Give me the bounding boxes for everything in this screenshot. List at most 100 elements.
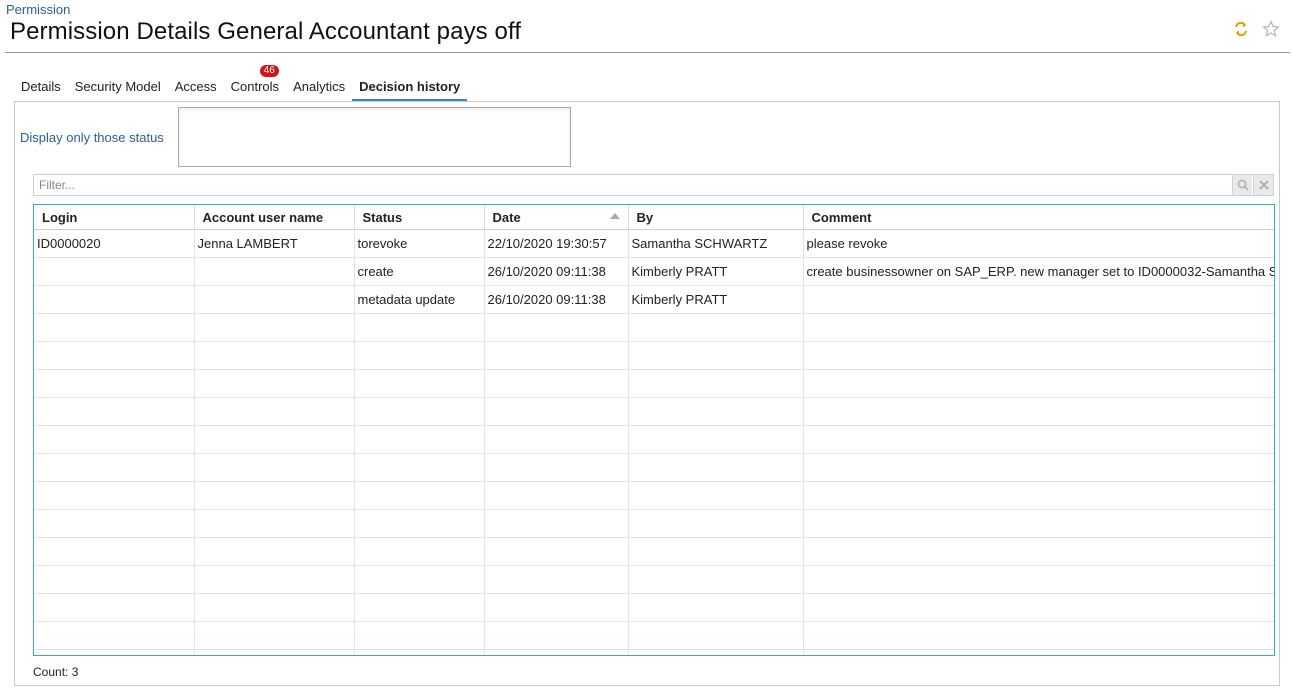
sync-icon[interactable] bbox=[1232, 20, 1250, 38]
empty-cell bbox=[803, 593, 1274, 622]
cell-by: Kimberly PRATT bbox=[628, 285, 804, 314]
empty-cell bbox=[628, 481, 804, 510]
empty-cell bbox=[484, 621, 629, 650]
empty-cell bbox=[34, 397, 195, 426]
empty-cell bbox=[628, 565, 804, 594]
breadcrumb[interactable]: Permission bbox=[6, 2, 70, 17]
empty-cell bbox=[194, 397, 355, 426]
cell-comment: create businessowner on SAP_ERP. new man… bbox=[803, 257, 1274, 286]
empty-cell bbox=[354, 565, 485, 594]
empty-cell bbox=[194, 593, 355, 622]
tab-controls[interactable]: Controls 46 bbox=[224, 65, 286, 101]
tab-label: Security Model bbox=[74, 79, 161, 94]
empty-cell bbox=[484, 509, 629, 538]
empty-cell bbox=[484, 313, 629, 342]
status-filter-label: Display only those status bbox=[20, 130, 164, 145]
table-header-row: Login Account user name Status Date By C… bbox=[34, 205, 1274, 230]
decision-history-panel: Display only those status Login Account … bbox=[14, 101, 1280, 686]
empty-cell bbox=[354, 509, 485, 538]
empty-cell bbox=[484, 369, 629, 398]
column-header-comment[interactable]: Comment bbox=[803, 205, 1274, 230]
empty-cell bbox=[628, 453, 804, 482]
empty-cell bbox=[194, 565, 355, 594]
empty-cell bbox=[803, 649, 1274, 655]
search-icon[interactable] bbox=[1232, 175, 1252, 195]
tab-label: Analytics bbox=[293, 79, 346, 94]
empty-cell bbox=[194, 537, 355, 566]
empty-cell bbox=[803, 369, 1274, 398]
tab-analytics[interactable]: Analytics bbox=[286, 76, 352, 101]
empty-cell bbox=[803, 565, 1274, 594]
filter-input[interactable] bbox=[34, 175, 1232, 195]
column-header-by[interactable]: By bbox=[628, 205, 804, 230]
empty-cell bbox=[484, 565, 629, 594]
table-row[interactable]: create 26/10/2020 09:11:38 Kimberly PRAT… bbox=[34, 257, 1274, 286]
empty-cell bbox=[803, 341, 1274, 370]
empty-row bbox=[34, 537, 1274, 566]
cell-by: Samantha SCHWARTZ bbox=[628, 229, 804, 258]
empty-cell bbox=[354, 453, 485, 482]
tab-details[interactable]: Details bbox=[14, 76, 68, 101]
empty-cell bbox=[194, 313, 355, 342]
empty-cell bbox=[628, 621, 804, 650]
empty-row bbox=[34, 509, 1274, 538]
star-icon[interactable] bbox=[1262, 20, 1280, 38]
empty-row bbox=[34, 397, 1274, 426]
tab-access[interactable]: Access bbox=[168, 76, 224, 101]
empty-cell bbox=[628, 593, 804, 622]
table-row[interactable]: ID0000020 Jenna LAMBERT torevoke 22/10/2… bbox=[34, 229, 1274, 258]
empty-row bbox=[34, 649, 1274, 655]
empty-cell bbox=[628, 369, 804, 398]
empty-cell bbox=[194, 621, 355, 650]
empty-row bbox=[34, 565, 1274, 594]
filter-bar bbox=[33, 174, 1274, 196]
cell-date: 26/10/2020 09:11:38 bbox=[484, 257, 629, 286]
tab-label: Decision history bbox=[359, 79, 461, 94]
empty-cell bbox=[34, 621, 195, 650]
empty-cell bbox=[484, 593, 629, 622]
empty-cell bbox=[194, 509, 355, 538]
column-header-label: Date bbox=[492, 209, 521, 225]
empty-cell bbox=[354, 341, 485, 370]
tab-security-model[interactable]: Security Model bbox=[68, 76, 168, 101]
empty-cell bbox=[354, 369, 485, 398]
empty-cell bbox=[628, 509, 804, 538]
status-filter-list[interactable] bbox=[178, 107, 571, 167]
cell-comment: please revoke bbox=[803, 229, 1274, 258]
column-header-login[interactable]: Login bbox=[34, 205, 195, 230]
empty-cell bbox=[354, 481, 485, 510]
column-header-account-user-name[interactable]: Account user name bbox=[194, 205, 355, 230]
empty-cell bbox=[34, 369, 195, 398]
empty-cell bbox=[194, 425, 355, 454]
empty-cell bbox=[484, 537, 629, 566]
tab-label: Controls bbox=[230, 79, 280, 94]
empty-cell bbox=[354, 593, 485, 622]
controls-count-badge: 46 bbox=[259, 65, 279, 77]
empty-cell bbox=[34, 565, 195, 594]
empty-cell bbox=[194, 481, 355, 510]
empty-cell bbox=[628, 537, 804, 566]
table-row[interactable]: metadata update 26/10/2020 09:11:38 Kimb… bbox=[34, 285, 1274, 314]
empty-cell bbox=[803, 621, 1274, 650]
cell-account-user-name bbox=[194, 285, 355, 314]
empty-row bbox=[34, 453, 1274, 482]
empty-cell bbox=[354, 621, 485, 650]
empty-cell bbox=[803, 537, 1274, 566]
empty-cell bbox=[803, 425, 1274, 454]
column-header-date[interactable]: Date bbox=[484, 205, 629, 230]
empty-cell bbox=[628, 341, 804, 370]
clear-icon[interactable] bbox=[1253, 175, 1273, 195]
decision-history-grid: Login Account user name Status Date By C… bbox=[33, 204, 1275, 656]
tab-decision-history[interactable]: Decision history bbox=[352, 76, 468, 102]
empty-cell bbox=[34, 341, 195, 370]
empty-cell bbox=[628, 425, 804, 454]
empty-cell bbox=[484, 341, 629, 370]
empty-row bbox=[34, 481, 1274, 510]
cell-login bbox=[34, 257, 195, 286]
empty-cell bbox=[34, 649, 195, 655]
column-header-status[interactable]: Status bbox=[354, 205, 485, 230]
empty-cell bbox=[628, 649, 804, 655]
empty-row bbox=[34, 341, 1274, 370]
cell-account-user-name: Jenna LAMBERT bbox=[194, 229, 355, 258]
empty-cell bbox=[194, 649, 355, 655]
